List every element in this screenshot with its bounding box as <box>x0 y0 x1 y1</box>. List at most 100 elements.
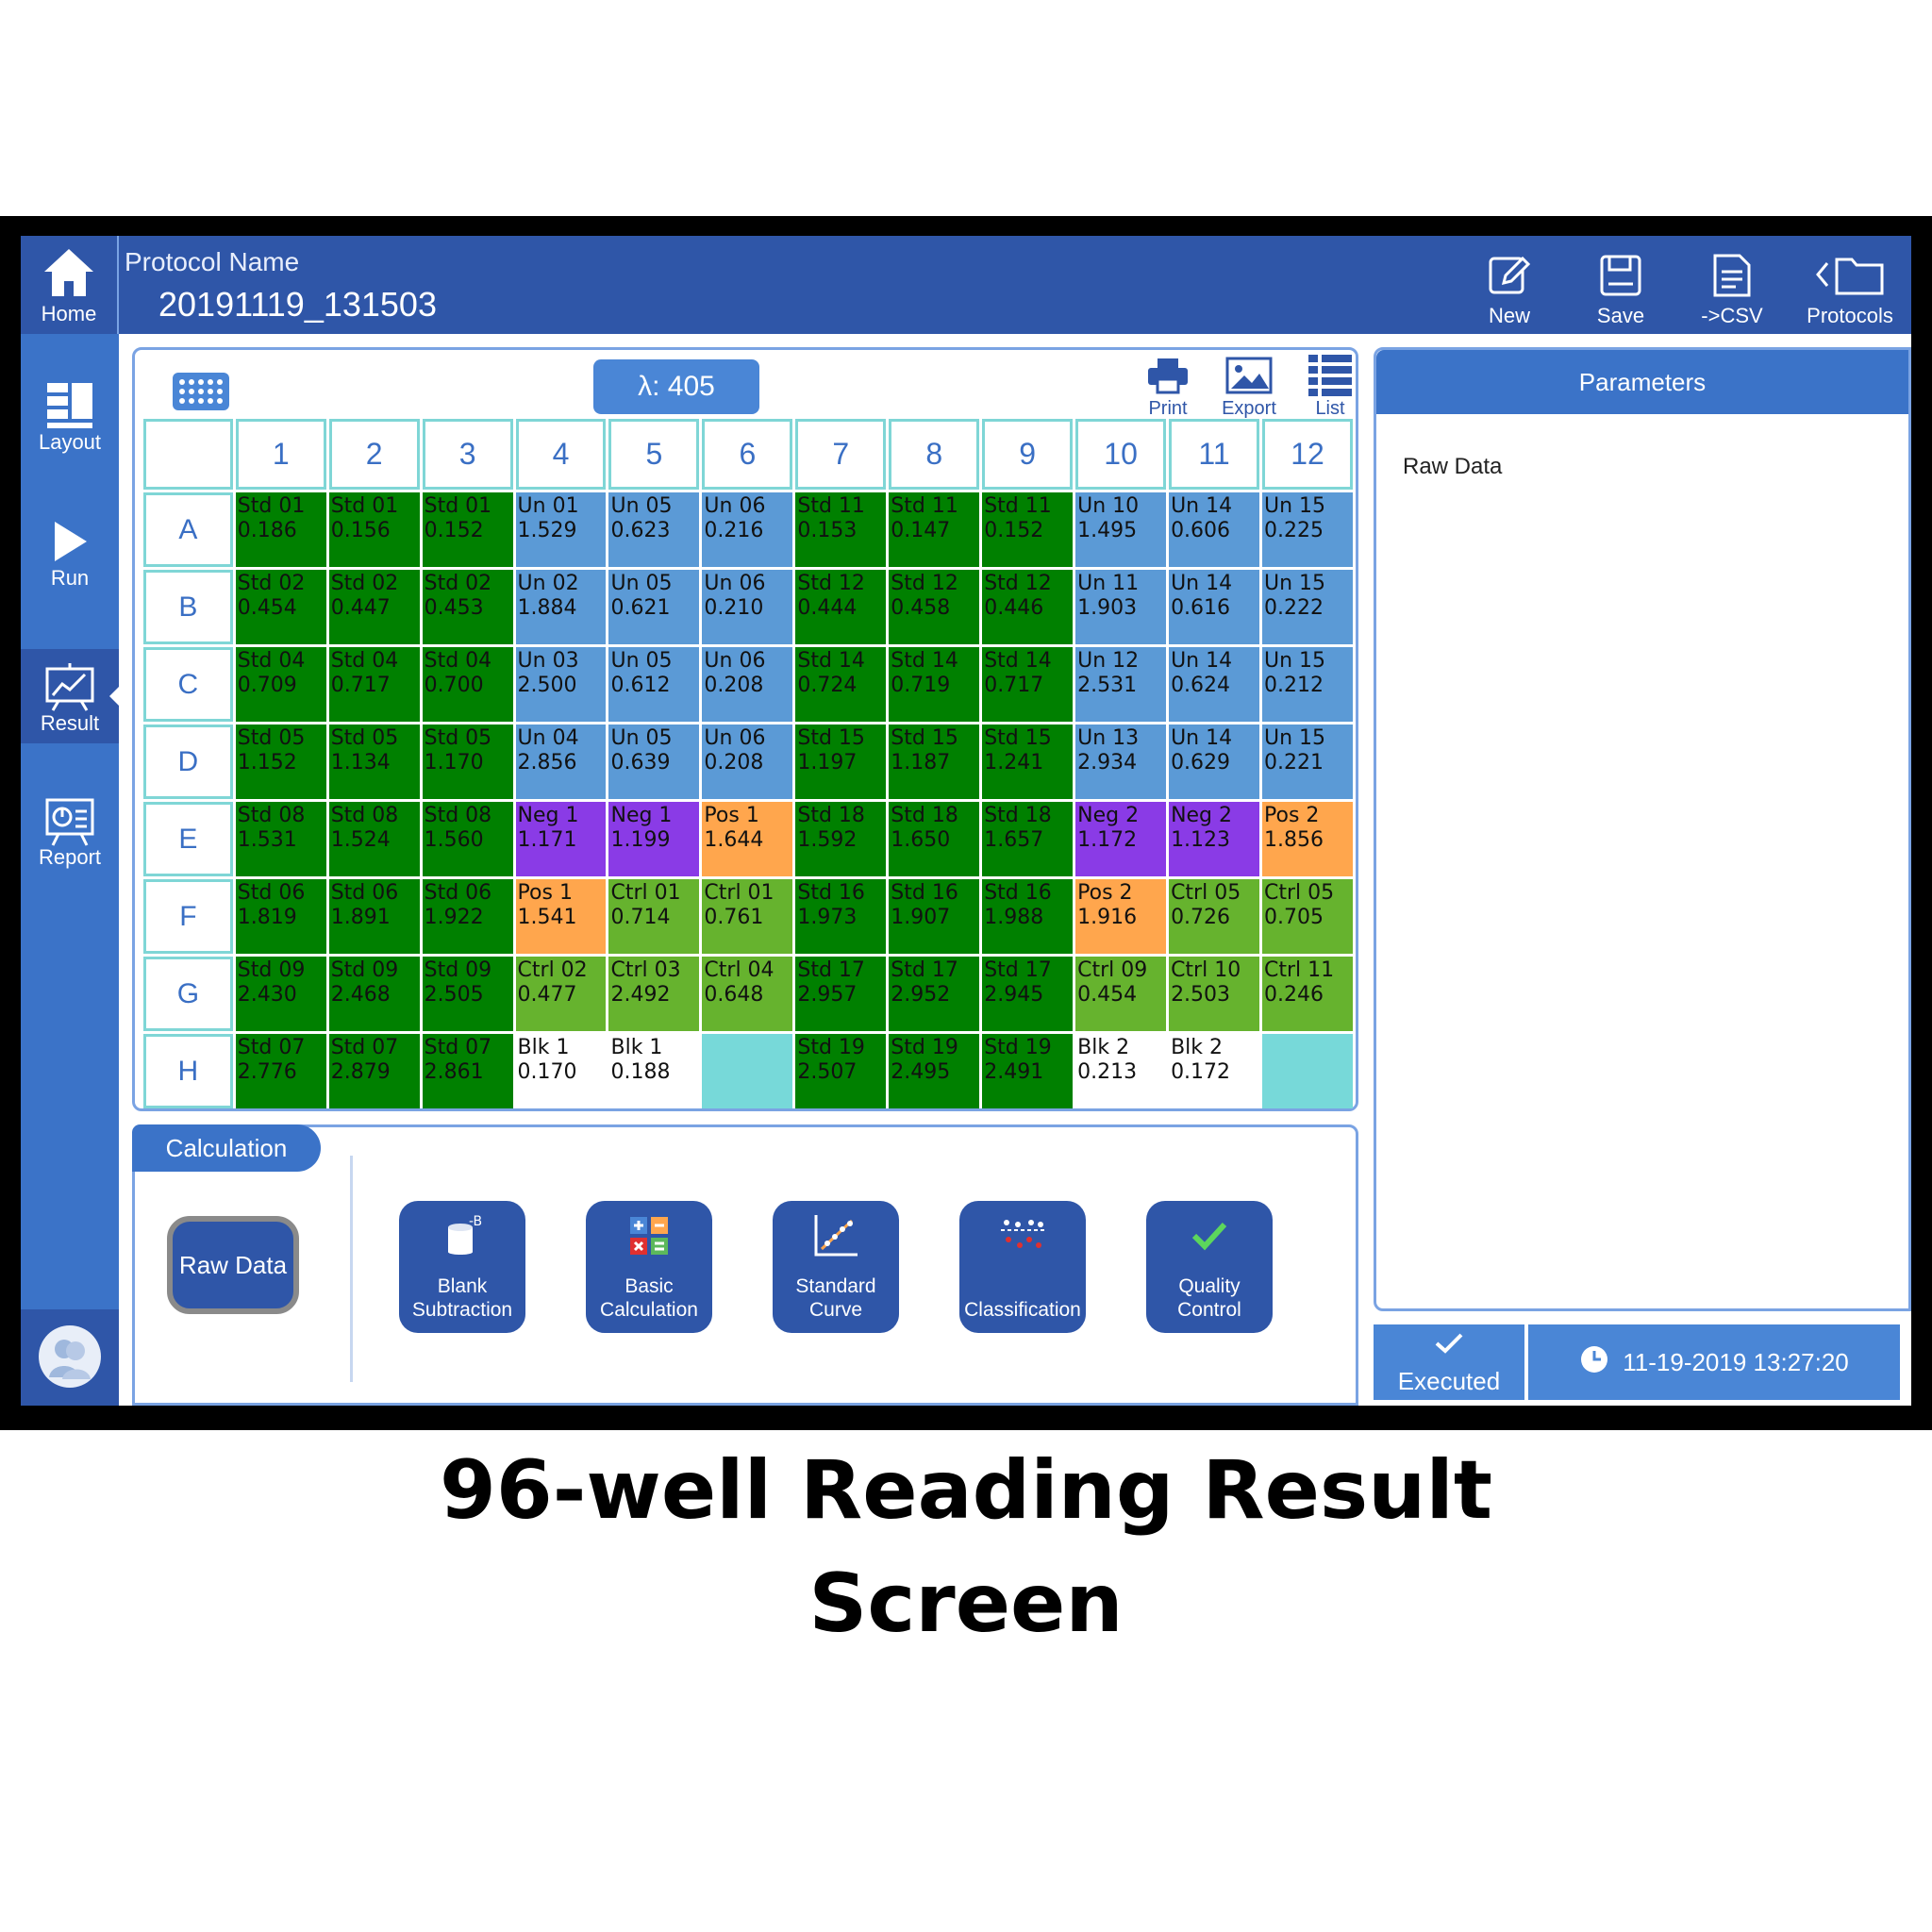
sidebar-item-report[interactable]: Report <box>21 783 119 877</box>
sidebar-item-layout[interactable]: Layout <box>21 368 119 462</box>
raw-data-button[interactable]: Raw Data <box>167 1216 299 1314</box>
well[interactable]: Std 19 2.491 <box>982 1034 1074 1108</box>
wavelength-button[interactable]: λ: 405 <box>593 359 759 414</box>
well[interactable]: Pos 1 1.644 <box>702 802 793 876</box>
well[interactable]: Pos 2 1.856 <box>1262 802 1353 876</box>
well[interactable]: Std 07 2.776 <box>235 1034 326 1108</box>
well[interactable]: Std 19 2.507 <box>795 1034 887 1108</box>
user-button[interactable] <box>21 1309 119 1406</box>
well[interactable]: Std 12 0.458 <box>889 570 980 644</box>
well[interactable]: Std 08 1.524 <box>328 802 420 876</box>
well[interactable]: Ctrl 01 0.714 <box>608 879 700 954</box>
well[interactable]: Std 02 0.453 <box>422 570 513 644</box>
executed-status[interactable]: Executed <box>1374 1324 1524 1400</box>
well[interactable]: Std 11 0.153 <box>795 492 887 567</box>
well[interactable]: Pos 2 1.916 <box>1075 879 1167 954</box>
well[interactable] <box>702 1034 793 1108</box>
well[interactable]: Std 16 1.973 <box>795 879 887 954</box>
well[interactable]: Std 18 1.650 <box>889 802 980 876</box>
well[interactable]: Blk 2 0.213 <box>1075 1034 1167 1108</box>
well[interactable]: Std 08 1.560 <box>422 802 513 876</box>
well[interactable]: Neg 2 1.123 <box>1169 802 1259 876</box>
well[interactable]: Std 14 0.719 <box>889 647 980 722</box>
home-button[interactable]: Home <box>21 236 119 334</box>
well[interactable]: Blk 2 0.172 <box>1169 1034 1259 1108</box>
well[interactable]: Un 11 1.903 <box>1075 570 1167 644</box>
well[interactable]: Std 04 0.709 <box>235 647 326 722</box>
export-button[interactable]: Export <box>1216 354 1282 420</box>
well[interactable]: Std 01 0.186 <box>235 492 326 567</box>
print-button[interactable]: Print <box>1135 354 1201 420</box>
well[interactable]: Un 10 1.495 <box>1075 492 1167 567</box>
well[interactable]: Std 02 0.447 <box>328 570 420 644</box>
well[interactable]: Std 11 0.152 <box>982 492 1074 567</box>
well[interactable]: Std 17 2.952 <box>889 957 980 1031</box>
well[interactable]: Neg 1 1.171 <box>515 802 607 876</box>
well[interactable]: Un 05 0.639 <box>608 724 700 799</box>
well[interactable]: Std 04 0.717 <box>328 647 420 722</box>
well[interactable]: Un 15 0.221 <box>1262 724 1353 799</box>
well[interactable]: Un 14 0.606 <box>1169 492 1259 567</box>
well[interactable]: Std 06 1.922 <box>422 879 513 954</box>
well[interactable]: Std 09 2.468 <box>328 957 420 1031</box>
well[interactable]: Std 15 1.187 <box>889 724 980 799</box>
well[interactable]: Un 12 2.531 <box>1075 647 1167 722</box>
well[interactable]: Ctrl 05 0.726 <box>1169 879 1259 954</box>
well[interactable]: Un 05 0.623 <box>608 492 700 567</box>
well[interactable]: Un 15 0.212 <box>1262 647 1353 722</box>
sidebar-item-run[interactable]: Run <box>21 504 119 598</box>
well[interactable]: Un 05 0.612 <box>608 647 700 722</box>
well[interactable]: Un 04 2.856 <box>515 724 607 799</box>
well[interactable]: Ctrl 03 2.492 <box>608 957 700 1031</box>
plate-grid-icon[interactable] <box>173 373 229 415</box>
new-button[interactable]: New <box>1464 249 1555 328</box>
well[interactable]: Blk 1 0.188 <box>608 1034 700 1108</box>
well[interactable]: Std 08 1.531 <box>235 802 326 876</box>
csv-export-button[interactable]: ->CSV <box>1687 249 1777 328</box>
well[interactable]: Std 09 2.430 <box>235 957 326 1031</box>
quality-control-button[interactable]: Quality Control <box>1146 1201 1273 1333</box>
well[interactable]: Un 14 0.616 <box>1169 570 1259 644</box>
well[interactable]: Std 15 1.197 <box>795 724 887 799</box>
well[interactable]: Std 06 1.819 <box>235 879 326 954</box>
well[interactable]: Std 14 0.724 <box>795 647 887 722</box>
well[interactable]: Un 14 0.629 <box>1169 724 1259 799</box>
basic-calculation-button[interactable]: Basic Calculation <box>586 1201 712 1333</box>
well[interactable]: Std 18 1.592 <box>795 802 887 876</box>
well[interactable]: Un 06 0.208 <box>702 724 793 799</box>
well[interactable]: Std 05 1.134 <box>328 724 420 799</box>
well[interactable]: Std 01 0.156 <box>328 492 420 567</box>
well[interactable]: Std 19 2.495 <box>889 1034 980 1108</box>
well[interactable]: Ctrl 05 0.705 <box>1262 879 1353 954</box>
well[interactable]: Ctrl 11 0.246 <box>1262 957 1353 1031</box>
protocols-button[interactable]: Protocols <box>1798 249 1902 328</box>
classification-button[interactable]: Classification <box>959 1201 1086 1333</box>
well[interactable]: Std 12 0.444 <box>795 570 887 644</box>
well[interactable]: Ctrl 02 0.477 <box>515 957 607 1031</box>
well[interactable]: Un 01 1.529 <box>515 492 607 567</box>
well[interactable]: Un 02 1.884 <box>515 570 607 644</box>
well[interactable]: Std 05 1.170 <box>422 724 513 799</box>
well[interactable]: Ctrl 09 0.454 <box>1075 957 1167 1031</box>
well[interactable]: Std 01 0.152 <box>422 492 513 567</box>
well[interactable]: Std 04 0.700 <box>422 647 513 722</box>
well[interactable]: Std 07 2.861 <box>422 1034 513 1108</box>
well[interactable]: Std 06 1.891 <box>328 879 420 954</box>
well[interactable]: Ctrl 01 0.761 <box>702 879 793 954</box>
well[interactable]: Std 17 2.957 <box>795 957 887 1031</box>
well[interactable]: Pos 1 1.541 <box>515 879 607 954</box>
well[interactable]: Blk 1 0.170 <box>515 1034 607 1108</box>
well[interactable]: Std 16 1.988 <box>982 879 1074 954</box>
well[interactable]: Neg 1 1.199 <box>608 802 700 876</box>
list-button[interactable]: List <box>1297 354 1363 420</box>
well[interactable]: Std 14 0.717 <box>982 647 1074 722</box>
well[interactable]: Std 02 0.454 <box>235 570 326 644</box>
sidebar-item-result[interactable]: Result <box>21 649 119 743</box>
well[interactable]: Std 05 1.152 <box>235 724 326 799</box>
well[interactable]: Neg 2 1.172 <box>1075 802 1167 876</box>
well[interactable]: Std 12 0.446 <box>982 570 1074 644</box>
save-button[interactable]: Save <box>1575 249 1666 328</box>
calculation-tab[interactable]: Calculation <box>132 1124 321 1172</box>
well[interactable]: Std 07 2.879 <box>328 1034 420 1108</box>
well[interactable]: Un 06 0.208 <box>702 647 793 722</box>
